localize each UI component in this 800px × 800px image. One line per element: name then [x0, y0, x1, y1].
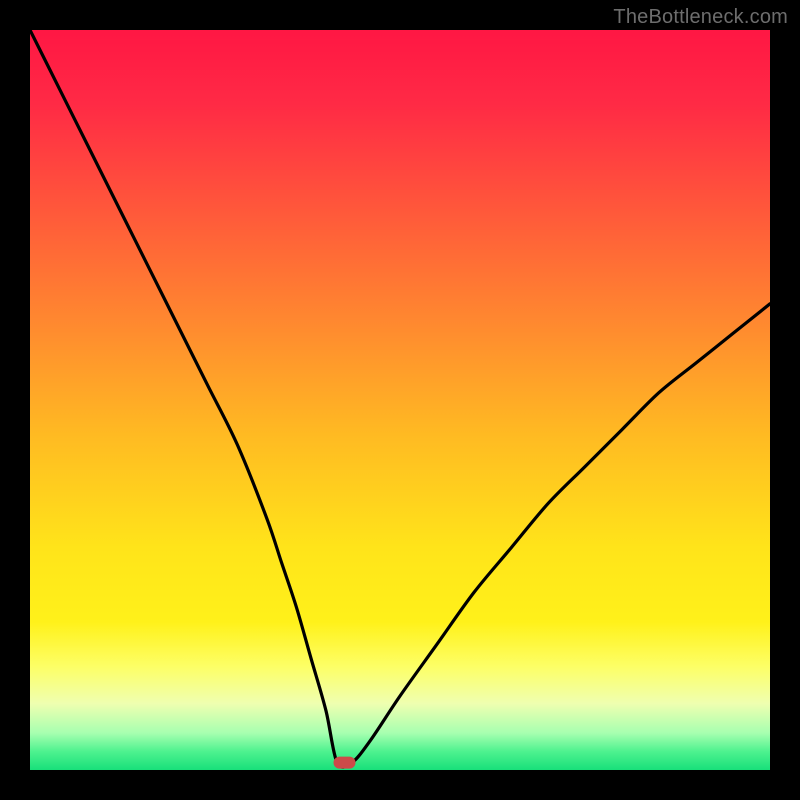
plot-area [30, 30, 770, 770]
bottleneck-curve [30, 30, 770, 767]
minimum-marker-icon [334, 757, 356, 769]
watermark-text: TheBottleneck.com [613, 6, 788, 29]
image-frame: TheBottleneck.com [0, 0, 800, 800]
curve-layer-svg [30, 30, 770, 770]
